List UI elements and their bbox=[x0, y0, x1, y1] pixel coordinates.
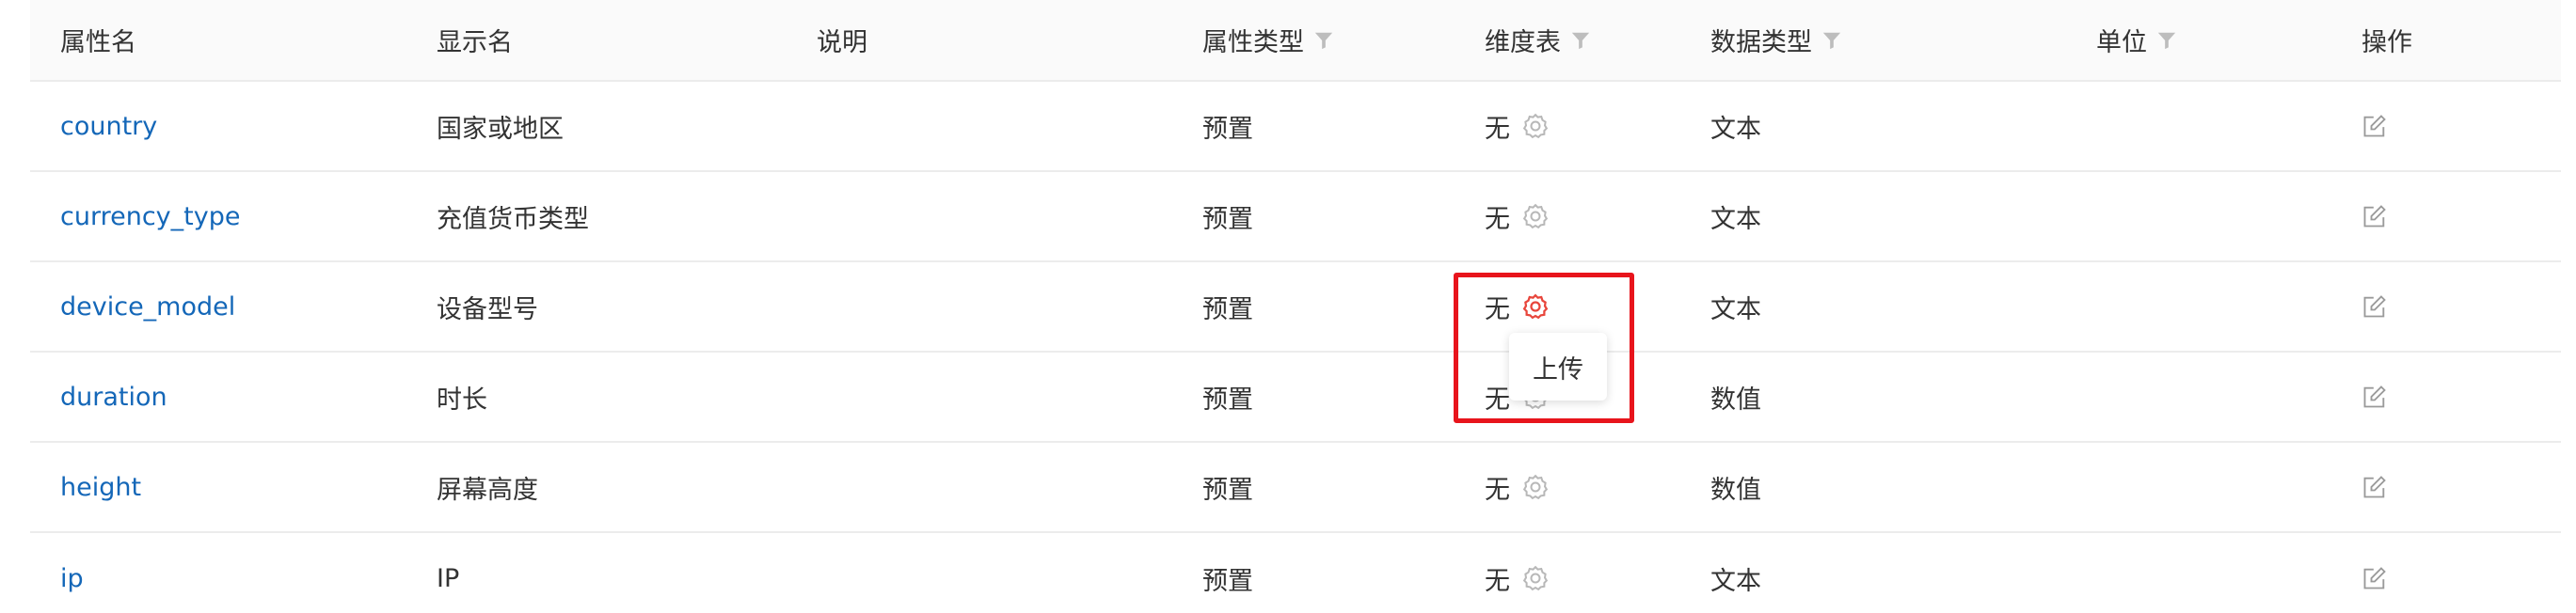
attr-type: 预置 bbox=[1202, 385, 1253, 415]
table-row: height 屏幕高度 预置 无 数值 bbox=[30, 443, 2561, 533]
data-type: 文本 bbox=[1710, 294, 1761, 324]
filter-icon[interactable] bbox=[1570, 30, 1591, 51]
header-desc: 说明 bbox=[817, 28, 867, 57]
dim-table: 无 bbox=[1485, 533, 1550, 613]
action-cell bbox=[2361, 262, 2388, 351]
data-type: 文本 bbox=[1710, 566, 1761, 596]
edit-icon[interactable] bbox=[2361, 293, 2388, 320]
action-cell bbox=[2361, 533, 2388, 613]
attr-type: 预置 bbox=[1202, 204, 1253, 234]
display-name: 充值货币类型 bbox=[437, 204, 589, 234]
dim-table: 无 bbox=[1485, 82, 1550, 170]
page: 属性名 显示名 说明 属性类型 维度表 数据类型 单位 操作 country 国… bbox=[0, 0, 2576, 613]
attribute-name-link[interactable]: device_model bbox=[60, 262, 235, 351]
gear-icon[interactable] bbox=[1521, 473, 1550, 501]
gear-icon[interactable] bbox=[1521, 112, 1550, 140]
header-name: 属性名 bbox=[60, 28, 136, 57]
table-row: device_model 设备型号 预置 无 文本 bbox=[30, 262, 2561, 353]
header-action: 操作 bbox=[2361, 28, 2412, 57]
table-row: currency_type 充值货币类型 预置 无 文本 bbox=[30, 172, 2561, 262]
edit-icon[interactable] bbox=[2361, 474, 2388, 500]
data-type: 文本 bbox=[1710, 204, 1761, 234]
display-name: IP bbox=[437, 563, 460, 593]
attribute-table: 属性名 显示名 说明 属性类型 维度表 数据类型 单位 操作 country 国… bbox=[30, 0, 2561, 613]
gear-icon[interactable] bbox=[1521, 202, 1550, 230]
attribute-name-link[interactable]: country bbox=[60, 82, 157, 170]
filter-icon[interactable] bbox=[2156, 30, 2177, 51]
data-type: 数值 bbox=[1710, 385, 1761, 415]
attr-type: 预置 bbox=[1202, 475, 1253, 505]
display-name: 设备型号 bbox=[437, 294, 538, 324]
attr-type: 预置 bbox=[1202, 114, 1253, 144]
header-data-type: 数据类型 bbox=[1710, 0, 1842, 80]
header-unit: 单位 bbox=[2096, 0, 2177, 80]
display-name: 国家或地区 bbox=[437, 114, 564, 144]
dim-table: 无 bbox=[1485, 172, 1550, 260]
edit-icon[interactable] bbox=[2361, 113, 2388, 139]
attr-type: 预置 bbox=[1202, 294, 1253, 324]
header-attr-type: 属性类型 bbox=[1202, 0, 1334, 80]
edit-icon[interactable] bbox=[2361, 203, 2388, 229]
table-header: 属性名 显示名 说明 属性类型 维度表 数据类型 单位 操作 bbox=[30, 0, 2561, 82]
attr-type: 预置 bbox=[1202, 566, 1253, 596]
attribute-name-link[interactable]: height bbox=[60, 443, 141, 531]
edit-icon[interactable] bbox=[2361, 384, 2388, 410]
data-type: 文本 bbox=[1710, 114, 1761, 144]
data-type: 数值 bbox=[1710, 475, 1761, 505]
action-cell bbox=[2361, 82, 2388, 170]
header-display: 显示名 bbox=[437, 28, 513, 57]
header-dim-table: 维度表 bbox=[1485, 0, 1591, 80]
attribute-name-link[interactable]: currency_type bbox=[60, 172, 240, 260]
edit-icon[interactable] bbox=[2361, 565, 2388, 591]
gear-icon-active[interactable] bbox=[1521, 292, 1550, 321]
table-row: ip IP 预置 无 文本 bbox=[30, 533, 2561, 613]
attribute-name-link[interactable]: ip bbox=[60, 533, 84, 613]
tooltip-label[interactable]: 上传 bbox=[1533, 349, 1583, 385]
table-row: country 国家或地区 预置 无 文本 bbox=[30, 82, 2561, 172]
action-cell bbox=[2361, 443, 2388, 531]
upload-tooltip[interactable]: 上传 bbox=[1509, 333, 1607, 401]
filter-icon[interactable] bbox=[1821, 30, 1842, 51]
filter-icon[interactable] bbox=[1313, 30, 1334, 51]
table-row: duration 时长 预置 无 数值 bbox=[30, 353, 2561, 443]
display-name: 屏幕高度 bbox=[437, 475, 538, 505]
attribute-name-link[interactable]: duration bbox=[60, 353, 167, 441]
dim-table: 无 bbox=[1485, 443, 1550, 531]
action-cell bbox=[2361, 172, 2388, 260]
action-cell bbox=[2361, 353, 2388, 441]
display-name: 时长 bbox=[437, 385, 487, 415]
gear-icon[interactable] bbox=[1521, 564, 1550, 592]
